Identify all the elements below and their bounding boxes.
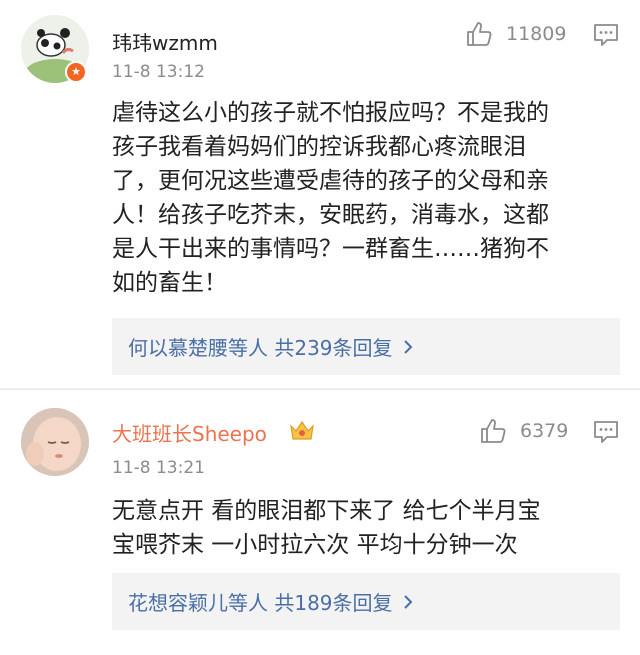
chevron-right-icon: [403, 339, 412, 354]
comment-icon: [594, 421, 618, 443]
like-button[interactable]: 6379: [478, 416, 568, 446]
replies-link[interactable]: 花想容颖儿等人 共189条回复: [112, 573, 620, 630]
reply-button[interactable]: [592, 418, 620, 446]
chevron-right-icon: [403, 594, 412, 609]
reply-button[interactable]: [592, 21, 620, 49]
comment-time: 11-8 13:12: [112, 62, 205, 82]
comment-text-line: 如的畜生！: [112, 270, 227, 296]
user-avatar[interactable]: [21, 408, 89, 476]
replies-summary: 花想容颖儿等人 共189条回复: [128, 591, 393, 615]
comment-text-line: 人！给孩子吃芥末，安眠药，消毒水，这都: [112, 202, 549, 228]
comment-text: 无意点开 看的眼泪都下来了 给七个半月宝 宝喂芥末 一小时拉六次 平均十分钟一次: [112, 494, 622, 562]
replies-summary: 何以慕楚腰等人 共239条回复: [128, 336, 393, 360]
avatar-image: [21, 408, 89, 476]
replies-link[interactable]: 何以慕楚腰等人 共239条回复: [112, 318, 620, 375]
username[interactable]: 玮玮wzmm: [112, 27, 218, 56]
thumbs-up-icon: [481, 419, 506, 443]
comment-time: 11-8 13:21: [112, 458, 205, 478]
comment-text-line: 是人干出来的事情吗？一群畜生……猪狗不: [112, 236, 549, 262]
verified-badge-icon: ★: [65, 61, 87, 83]
thumbs-up-icon: [467, 22, 492, 46]
like-button[interactable]: 11809: [464, 19, 566, 49]
comment-text-line: 了，更何况这些遭受虐待的孩子的父母和亲: [112, 168, 549, 194]
comment-item: 大班班长Sheepo 11-8 13:21 6379 无意点开 看的眼泪都下来了…: [0, 390, 640, 655]
comment-icon: [594, 24, 618, 46]
crown-vip-icon: [290, 420, 314, 440]
comment-text-line: 孩子我看着妈妈们的控诉我都心疼流眼泪: [112, 134, 526, 160]
comment-text-line: 虐待这么小的孩子就不怕报应吗？不是我的: [112, 100, 549, 126]
comment-text-line: 无意点开 看的眼泪都下来了 给七个半月宝: [112, 498, 541, 524]
like-count: 6379: [520, 420, 569, 442]
comment-item: ★ 玮玮wzmm 11-8 13:12 11809 虐待这么小的孩子就不怕报应吗…: [0, 0, 640, 388]
username[interactable]: 大班班长Sheepo: [112, 418, 267, 447]
like-count: 11809: [506, 23, 567, 45]
comment-text-line: 宝喂芥末 一小时拉六次 平均十分钟一次: [112, 532, 518, 558]
comment-text: 虐待这么小的孩子就不怕报应吗？不是我的 孩子我看着妈妈们的控诉我都心疼流眼泪 了…: [112, 96, 622, 300]
